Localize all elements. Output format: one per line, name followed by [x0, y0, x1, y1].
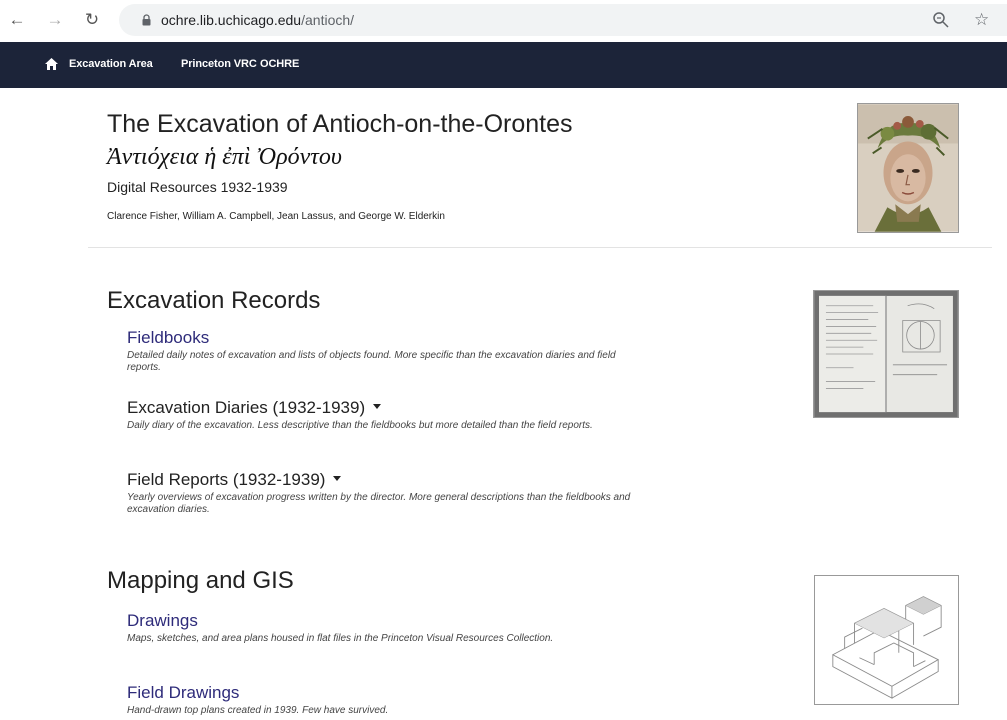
fieldbooks-link[interactable]: Fieldbooks — [127, 328, 209, 348]
url-text[interactable]: ochre.lib.uchicago.edu/antioch/ — [161, 12, 354, 28]
header-divider — [88, 247, 992, 248]
excavation-diaries-description: Daily diary of the excavation. Less desc… — [127, 420, 593, 431]
fieldbooks-description: Detailed daily notes of excavation and l… — [127, 350, 616, 373]
field-reports-dropdown[interactable]: Field Reports (1932-1939) — [127, 470, 342, 490]
nav-link-excavation-area[interactable]: Excavation Area — [69, 57, 153, 71]
authors-line: Clarence Fisher, William A. Campbell, Je… — [107, 211, 445, 222]
mosaic-portrait-image — [857, 103, 959, 233]
greek-title: Ἀντιόχεια ἡ ἐπὶ Ὀρόντου — [107, 144, 342, 170]
excavation-diaries-dropdown[interactable]: Excavation Diaries (1932-1939) — [127, 398, 382, 418]
section-title-excavation-records: Excavation Records — [107, 287, 321, 314]
nav-link-princeton-vrc[interactable]: Princeton VRC — [181, 57, 257, 71]
site-navbar: Excavation Area Princeton VRC OCHRE — [0, 42, 1007, 88]
drawings-link[interactable]: Drawings — [127, 611, 198, 631]
section-title-mapping-gis: Mapping and GIS — [107, 567, 294, 594]
excavation-diaries-label: Excavation Diaries (1932-1939) — [127, 398, 366, 417]
field-reports-label: Field Reports (1932-1939) — [127, 470, 326, 489]
field-drawings-link[interactable]: Field Drawings — [127, 683, 239, 703]
page-title: The Excavation of Antioch-on-the-Orontes — [107, 110, 573, 138]
reload-icon[interactable]: ↻ — [80, 8, 104, 32]
drawings-description: Maps, sketches, and area plans housed in… — [127, 633, 554, 644]
forward-arrow-icon[interactable]: → — [43, 8, 67, 32]
fieldbook-thumbnail — [813, 290, 959, 418]
field-drawings-description: Hand-drawn top plans created in 1939. Fe… — [127, 705, 389, 716]
star-icon[interactable]: ☆ — [974, 9, 989, 31]
address-bar[interactable]: ochre.lib.uchicago.edu/antioch/ ☆ — [119, 4, 1007, 36]
isometric-drawing-thumbnail — [814, 575, 959, 705]
url-path: /antioch/ — [301, 12, 355, 28]
caret-down-icon — [373, 404, 382, 410]
field-reports-description: Yearly overviews of excavation progress … — [127, 492, 631, 515]
url-host: ochre.lib.uchicago.edu — [161, 12, 302, 28]
lock-icon — [142, 14, 151, 26]
caret-down-icon — [333, 476, 342, 482]
back-arrow-icon[interactable]: ← — [5, 8, 29, 32]
browser-toolbar: ← → ↻ ochre.lib.uchicago.edu/antioch/ ☆ — [0, 0, 1007, 42]
page-subtitle: Digital Resources 1932-1939 — [107, 179, 288, 195]
home-icon[interactable] — [44, 57, 59, 71]
nav-link-ochre[interactable]: OCHRE — [260, 57, 299, 71]
zoom-icon[interactable] — [931, 10, 951, 30]
